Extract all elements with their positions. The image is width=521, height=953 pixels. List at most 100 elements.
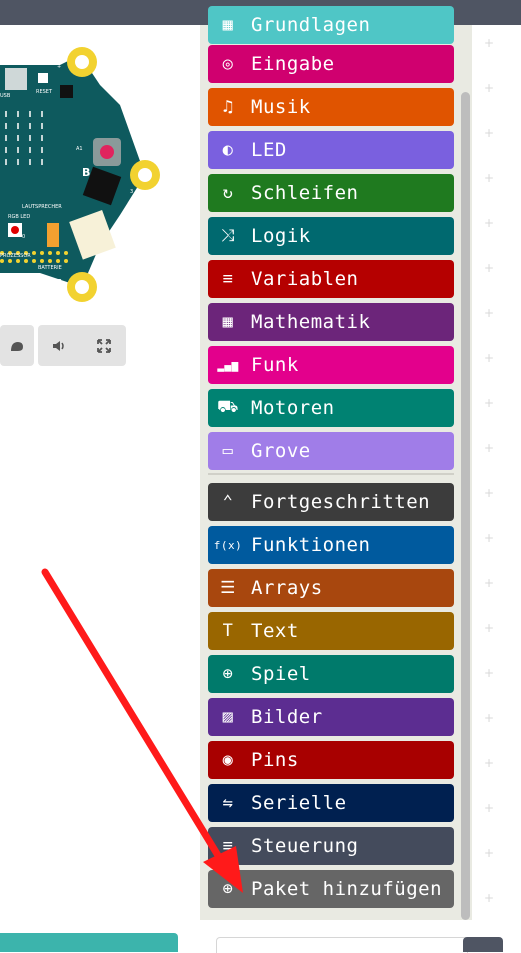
label-prozessor: PROZESSOR <box>0 253 31 259</box>
toolbox-scrollbar-thumb[interactable] <box>461 92 470 920</box>
circle-dot-icon: ◉ <box>222 750 234 770</box>
rgb-led <box>11 226 19 234</box>
monitor-icon: ▭ <box>222 441 234 461</box>
toolbox-category-label: Logik <box>251 225 311 247</box>
download-button[interactable] <box>0 933 178 952</box>
toggle-icon: ◐ <box>222 140 234 160</box>
label-b: B <box>82 166 90 179</box>
toolbox-category-spiel[interactable]: ⊕ Spiel <box>208 655 454 693</box>
toolbox-category-grove[interactable]: ▭ Grove <box>208 432 454 470</box>
sound-fullscreen-group <box>38 325 126 366</box>
toolbox-category-pins[interactable]: ◉ Pins <box>208 741 454 779</box>
function-icon: f(x) <box>213 538 243 552</box>
toolbox-category-fortgeschritten[interactable]: ⌃ Fortgeschritten <box>208 483 454 521</box>
toolbox-category-bilder[interactable]: ▨ Bilder <box>208 698 454 736</box>
volume-icon <box>53 340 64 351</box>
grid-plus-mark: + <box>484 756 495 770</box>
toolbox-category-label: Serielle <box>251 792 347 814</box>
toolbox-category-schleifen[interactable]: ↻ Schleifen <box>208 174 454 212</box>
toolbox-category-label: Paket hinzufügen <box>251 878 443 900</box>
toolbox-category-label: Musik <box>251 96 311 118</box>
toolbox-category-serielle[interactable]: ⇋ Serielle <box>208 784 454 822</box>
toolbox-category-motoren[interactable]: ⛟ Motoren <box>208 389 454 427</box>
text-icon: T <box>222 621 234 641</box>
gamepad-icon: ⊕ <box>222 664 234 684</box>
label-lautsprecher: LAUTSPRECHER <box>22 204 62 210</box>
toolbox-category-steuerung[interactable]: ≡ Steuerung <box>208 827 454 865</box>
toolbox-category-label: Fortgeschritten <box>251 491 431 513</box>
board-simulator[interactable]: USB RESET RGB LED LAUTSPRECHER PROZESSOR… <box>0 25 200 315</box>
grid-plus-mark: + <box>484 81 495 95</box>
volume-button[interactable] <box>38 339 82 353</box>
toolbox-category-variablen[interactable]: ≡ Variablen <box>208 260 454 298</box>
blocks-workspace[interactable] <box>472 25 521 920</box>
grid-plus-mark: + <box>484 846 495 860</box>
toolbox-category-paket-hinzufügen[interactable]: ⊕ Paket hinzufügen <box>208 870 454 908</box>
fullscreen-icon <box>97 338 111 353</box>
toolbox-category-label: Grundlagen <box>251 14 371 36</box>
label-a1: A1 <box>76 146 83 152</box>
project-name-input[interactable] <box>216 937 468 953</box>
signal-icon: ▂▄▆ <box>217 358 239 372</box>
grid-plus-mark: + <box>484 711 495 725</box>
toolbox-category-text[interactable]: T Text <box>208 612 454 650</box>
refresh-icon: ↻ <box>222 183 234 203</box>
shuffle-icon: ⤨ <box>220 226 236 246</box>
toolbox-category-label: Eingabe <box>251 53 335 75</box>
car-icon: ⛟ <box>217 397 239 417</box>
toolbox-category-label: Bilder <box>251 706 323 728</box>
list-icon: ≡ <box>222 269 234 289</box>
target-icon: ◎ <box>222 54 234 74</box>
chevron-up-icon: ⌃ <box>222 492 234 512</box>
label-reset: RESET <box>36 89 53 95</box>
label-rgb-led: RGB LED <box>8 214 30 220</box>
slowmo-button[interactable] <box>0 325 34 366</box>
filter-icon: ≡ <box>222 836 234 856</box>
grid-plus-mark: + <box>484 171 495 185</box>
toolbox-category-arrays[interactable]: ☰ Arrays <box>208 569 454 607</box>
toolbox-category-label: Funktionen <box>251 534 371 556</box>
plus-circle-icon: ⊕ <box>222 879 234 899</box>
grid-plus-mark: + <box>484 531 495 545</box>
headphones-icon: ♫ <box>222 97 234 117</box>
toolbox-category-musik[interactable]: ♫ Musik <box>208 88 454 126</box>
toolbox-category-grundlagen[interactable]: ▦ Grundlagen <box>208 6 454 44</box>
toolbox-category-label: Text <box>251 620 299 642</box>
grid-plus-mark: + <box>484 666 495 680</box>
grid-plus-mark: + <box>484 306 495 320</box>
snail-icon <box>11 341 23 351</box>
calculator-icon: ▦ <box>222 312 234 332</box>
toolbox-category-eingabe[interactable]: ◎ Eingabe <box>208 45 454 83</box>
toolbox-category-label: Pins <box>251 749 299 771</box>
grid-icon: ▦ <box>222 15 234 35</box>
toolbox-category-funk[interactable]: ▂▄▆ Funk <box>208 346 454 384</box>
toolbox-category-funktionen[interactable]: f(x) Funktionen <box>208 526 454 564</box>
grid-plus-mark: + <box>484 801 495 815</box>
grid-plus-mark: + <box>484 36 495 50</box>
label-batterie: BATTERIE <box>38 265 62 271</box>
save-button[interactable] <box>463 937 503 952</box>
grid-plus-mark: + <box>484 396 495 410</box>
numbered-list-icon: ☰ <box>220 578 236 598</box>
grid-plus-mark: + <box>484 441 495 455</box>
toolbox-category-label: LED <box>251 139 287 161</box>
toolbox-category-label: Mathematik <box>251 311 371 333</box>
toolbox-category-mathematik[interactable]: ▦ Mathematik <box>208 303 454 341</box>
grid-plus-mark: + <box>484 621 495 635</box>
grid-plus-mark: + <box>484 576 495 590</box>
grid-plus-mark: + <box>484 351 495 365</box>
label-plus: + <box>57 64 61 70</box>
toolbox-category-label: Schleifen <box>251 182 359 204</box>
image-icon: ▨ <box>222 707 234 727</box>
toolbox-category-led[interactable]: ◐ LED <box>208 131 454 169</box>
fullscreen-button[interactable] <box>82 338 126 353</box>
toolbox-category-label: Funk <box>251 354 299 376</box>
toolbox-category-logik[interactable]: ⤨ Logik <box>208 217 454 255</box>
grid-plus-mark: + <box>484 216 495 230</box>
label-usb: USB <box>0 93 11 99</box>
toolbox-category-label: Variablen <box>251 268 359 290</box>
grid-plus-mark: + <box>484 891 495 905</box>
usb-icon: ⇋ <box>222 793 234 813</box>
button-b <box>100 145 114 159</box>
grid-plus-mark: + <box>484 126 495 140</box>
